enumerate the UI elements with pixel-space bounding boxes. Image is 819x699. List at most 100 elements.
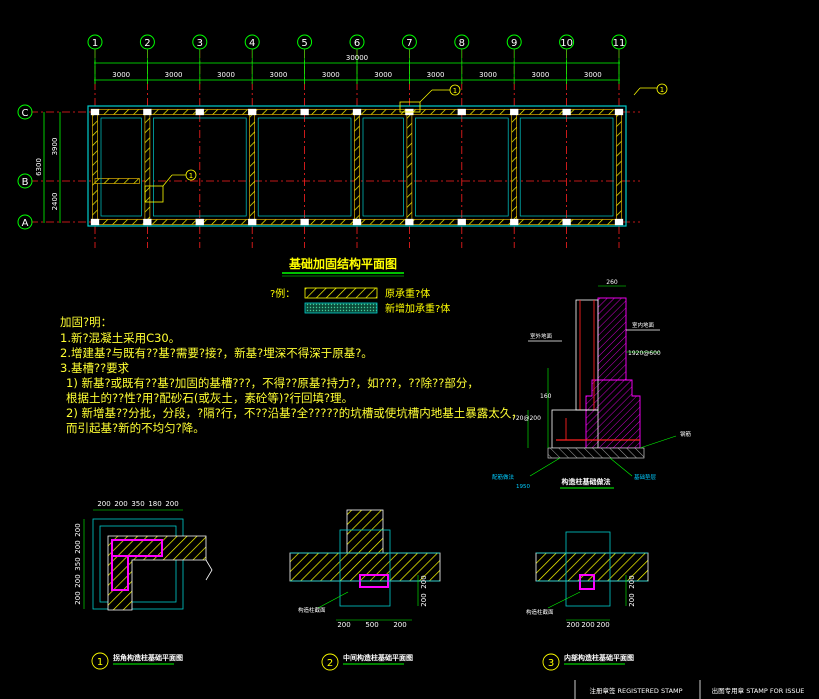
plan-title: 基础加固结构平面图 bbox=[288, 256, 397, 271]
structural-column-marker bbox=[562, 218, 571, 226]
title-block-stamp-for-issue: 出图专用章 STAMP FOR ISSUE bbox=[712, 686, 805, 695]
row-axis-bubble: C bbox=[17, 104, 33, 120]
structural-column-marker bbox=[510, 108, 519, 116]
callout-top-right: 1 bbox=[633, 83, 668, 96]
structural-column-marker bbox=[195, 218, 204, 226]
section-annotation: 钢筋 bbox=[680, 430, 692, 438]
load-bearing-wall bbox=[354, 111, 360, 223]
svg-text:5: 5 bbox=[301, 38, 307, 49]
note-line: 1) 新基?或既有??基?加固的基槽???，不得??原基?持力?，如???，??… bbox=[66, 376, 479, 390]
detail-annotation: 构造柱截面 bbox=[298, 606, 326, 614]
structural-column-marker bbox=[457, 218, 466, 226]
detail-dimension: 350 bbox=[74, 557, 82, 570]
row-total-dimension: 6300 bbox=[35, 158, 43, 176]
svg-text:7: 7 bbox=[406, 38, 412, 49]
row-dimension: 2400 bbox=[51, 193, 59, 211]
svg-text:4: 4 bbox=[249, 38, 255, 49]
bay-dimension: 3000 bbox=[427, 71, 445, 79]
title-block-registered-stamp: 注册章签 REGISTERED STAMP bbox=[589, 686, 682, 695]
bay-dimension: 3000 bbox=[374, 71, 392, 79]
detail-dimension: 200 bbox=[337, 621, 350, 629]
detail-dimension: 200 bbox=[74, 574, 82, 587]
bay-dimension: 3000 bbox=[584, 71, 602, 79]
detail-dimension: 350 bbox=[131, 500, 144, 508]
structural-column-marker bbox=[195, 108, 204, 116]
detail-dimension: 200 bbox=[74, 591, 82, 604]
detail-number: 2 bbox=[327, 658, 333, 669]
load-bearing-wall bbox=[249, 111, 255, 223]
svg-text:9: 9 bbox=[511, 38, 517, 49]
note-line: 而引起基?新的不均匀?降。 bbox=[66, 421, 205, 435]
note-line: 3.基槽??要求 bbox=[60, 361, 130, 375]
svg-text:3: 3 bbox=[197, 38, 203, 49]
structural-column-marker bbox=[562, 108, 571, 116]
structural-column-marker bbox=[614, 108, 624, 116]
svg-text:A: A bbox=[22, 218, 29, 229]
legend-label: ?例： bbox=[270, 287, 295, 300]
detail-dimension: 180 bbox=[148, 500, 161, 508]
detail-dimension: 200 bbox=[97, 500, 110, 508]
detail-dimension: 200 bbox=[393, 621, 406, 629]
structural-column-marker bbox=[143, 218, 152, 226]
legend-swatch-old bbox=[304, 287, 378, 299]
legend-item-new: 新增加承重?体 bbox=[385, 302, 450, 315]
section-dim: 260 bbox=[606, 279, 618, 286]
total-dimension: 30000 bbox=[346, 54, 368, 62]
detail-dimension: 200 bbox=[566, 621, 579, 629]
section-annotation: 基础垫层 bbox=[634, 473, 657, 481]
structural-column-marker bbox=[248, 108, 257, 116]
detail-annotation: 构造柱截面 bbox=[526, 608, 554, 616]
section-dim: 160 bbox=[540, 393, 552, 400]
bay-dimension: 3000 bbox=[531, 71, 549, 79]
note-line: 2) 新增基??分批，分段，?隔?行，不??沿基?全?????的坑槽或使坑槽内地… bbox=[66, 406, 523, 420]
structural-column-marker bbox=[352, 108, 362, 116]
load-bearing-wall bbox=[94, 178, 140, 184]
section-dim: 1920@600 bbox=[628, 350, 661, 357]
load-bearing-wall bbox=[406, 111, 413, 223]
bay-dimension: 3000 bbox=[479, 71, 497, 79]
detail-number: 1 bbox=[97, 657, 103, 668]
structural-column-marker bbox=[300, 108, 309, 116]
detail-caption: 内部构造柱基础平面图 bbox=[564, 653, 634, 662]
structural-column-marker bbox=[510, 218, 519, 226]
detail-dimension: 200 bbox=[581, 621, 594, 629]
structural-column-marker bbox=[300, 218, 309, 226]
room-outline bbox=[362, 117, 404, 217]
bay-dimension: 3000 bbox=[165, 71, 183, 79]
section-dim: 1950 bbox=[516, 484, 530, 490]
svg-text:10: 10 bbox=[560, 38, 573, 49]
svg-text:11: 11 bbox=[613, 38, 626, 49]
note-line: 1.新?混凝土采用C30。 bbox=[60, 331, 181, 345]
structural-column-marker bbox=[457, 108, 466, 116]
detail-caption: 拐角构造柱基础平面图 bbox=[113, 653, 183, 662]
structural-column-marker bbox=[90, 108, 100, 116]
load-bearing-wall bbox=[144, 111, 151, 223]
detail-2-middle-column bbox=[289, 509, 441, 621]
callout-number: 1 bbox=[660, 86, 664, 94]
callout-number: 1 bbox=[453, 87, 457, 95]
title-block: 注册章签 REGISTERED STAMP 出图专用章 STAMP FOR IS… bbox=[574, 680, 805, 699]
detail-dimension: 500 bbox=[365, 621, 378, 629]
bay-dimension: 3000 bbox=[322, 71, 340, 79]
legend-item-old: 原承重?体 bbox=[385, 287, 430, 300]
svg-text:6: 6 bbox=[354, 38, 360, 49]
section-annotation: 配筋做法 bbox=[492, 473, 515, 481]
detail-caption: 中间构造柱基础平面图 bbox=[343, 653, 413, 662]
structural-column-marker bbox=[248, 218, 257, 226]
bay-dimension: 3000 bbox=[269, 71, 287, 79]
notes-heading: 加固?明： bbox=[60, 315, 113, 329]
svg-text:8: 8 bbox=[459, 38, 465, 49]
callout-mid: 1 bbox=[144, 169, 197, 203]
detail-1-corner-column bbox=[83, 509, 213, 611]
structural-column-marker bbox=[352, 218, 362, 226]
callout-number: 1 bbox=[189, 172, 193, 180]
row-axis-bubble: A bbox=[17, 214, 33, 230]
note-line: 2.增建基?与既有??基?需要?接?，新基?埋深不得深于原基?。 bbox=[60, 346, 373, 360]
detail-dimension: 200 bbox=[420, 575, 428, 588]
load-bearing-wall bbox=[92, 111, 98, 223]
structural-column-marker bbox=[143, 108, 152, 116]
detail-dimension: 200 bbox=[628, 575, 636, 588]
detail-dimension: 200 bbox=[420, 593, 428, 606]
foundation-section-detail: 260 室外地面 室内地面 1920@600 160 720@200 钢筋 配筋… bbox=[492, 279, 692, 490]
foundation-plan: 1 2 3 4 5 6 7 8 9 10 11CBA 3000 3000 3000 3000 3000 300… bbox=[17, 34, 640, 248]
